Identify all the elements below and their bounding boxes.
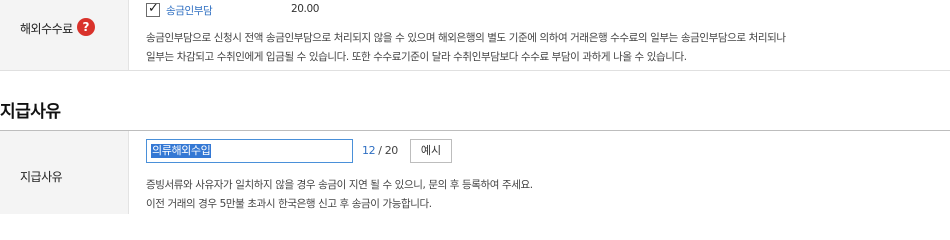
reason-label: 지급사유 [20, 170, 63, 184]
divider [0, 70, 950, 71]
char-counter-separator: / [375, 144, 385, 157]
example-button[interactable]: 예시 [410, 139, 452, 163]
fee-description-line1: 송금인부담으로 신청시 전액 송금인부담으로 처리되지 않을 수 있으며 해외은… [146, 32, 786, 44]
reason-input[interactable]: 의류해외수입 [146, 139, 353, 163]
fee-option-checkbox[interactable]: ✓ [146, 1, 160, 17]
fee-description-line2: 일부는 차감되고 수취인에게 입금될 수 있습니다. 또한 수수료기준이 달라 … [146, 51, 687, 63]
fee-label-cell: 해외수수료 ? [0, 0, 129, 70]
fee-option-label[interactable]: 송금인부담 [166, 3, 213, 18]
section-title: 지급사유 [0, 102, 61, 122]
notice-line2: 이전 거래의 경우 5만불 초과시 한국은행 신고 후 송금이 가능합니다. [146, 198, 432, 210]
reason-input-value: 의류해외수입 [151, 144, 212, 158]
reason-label-cell: 지급사유 [0, 131, 129, 214]
question-circle-icon[interactable]: ? [77, 18, 95, 36]
fee-label: 해외수수료 [20, 22, 73, 36]
fee-option-value: 20.00 [291, 3, 320, 15]
notice-line1: 증빙서류와 사유자가 일치하지 않을 경우 송금이 지연 될 수 있으니, 문의… [146, 179, 533, 191]
char-counter-current: 12 [362, 144, 376, 157]
reason-row: 지급사유 의류해외수입 12 / 20 예시 증빙서류와 사유자가 일치하지 않… [0, 131, 950, 214]
checkmark-icon: ✓ [148, 1, 159, 16]
char-counter: 12 / 20 [362, 144, 398, 157]
char-counter-max: 20 [384, 144, 399, 157]
fee-row: 해외수수료 ? ✓ 송금인부담 20.00 송금인부담으로 신청시 전액 송금인… [0, 0, 950, 70]
